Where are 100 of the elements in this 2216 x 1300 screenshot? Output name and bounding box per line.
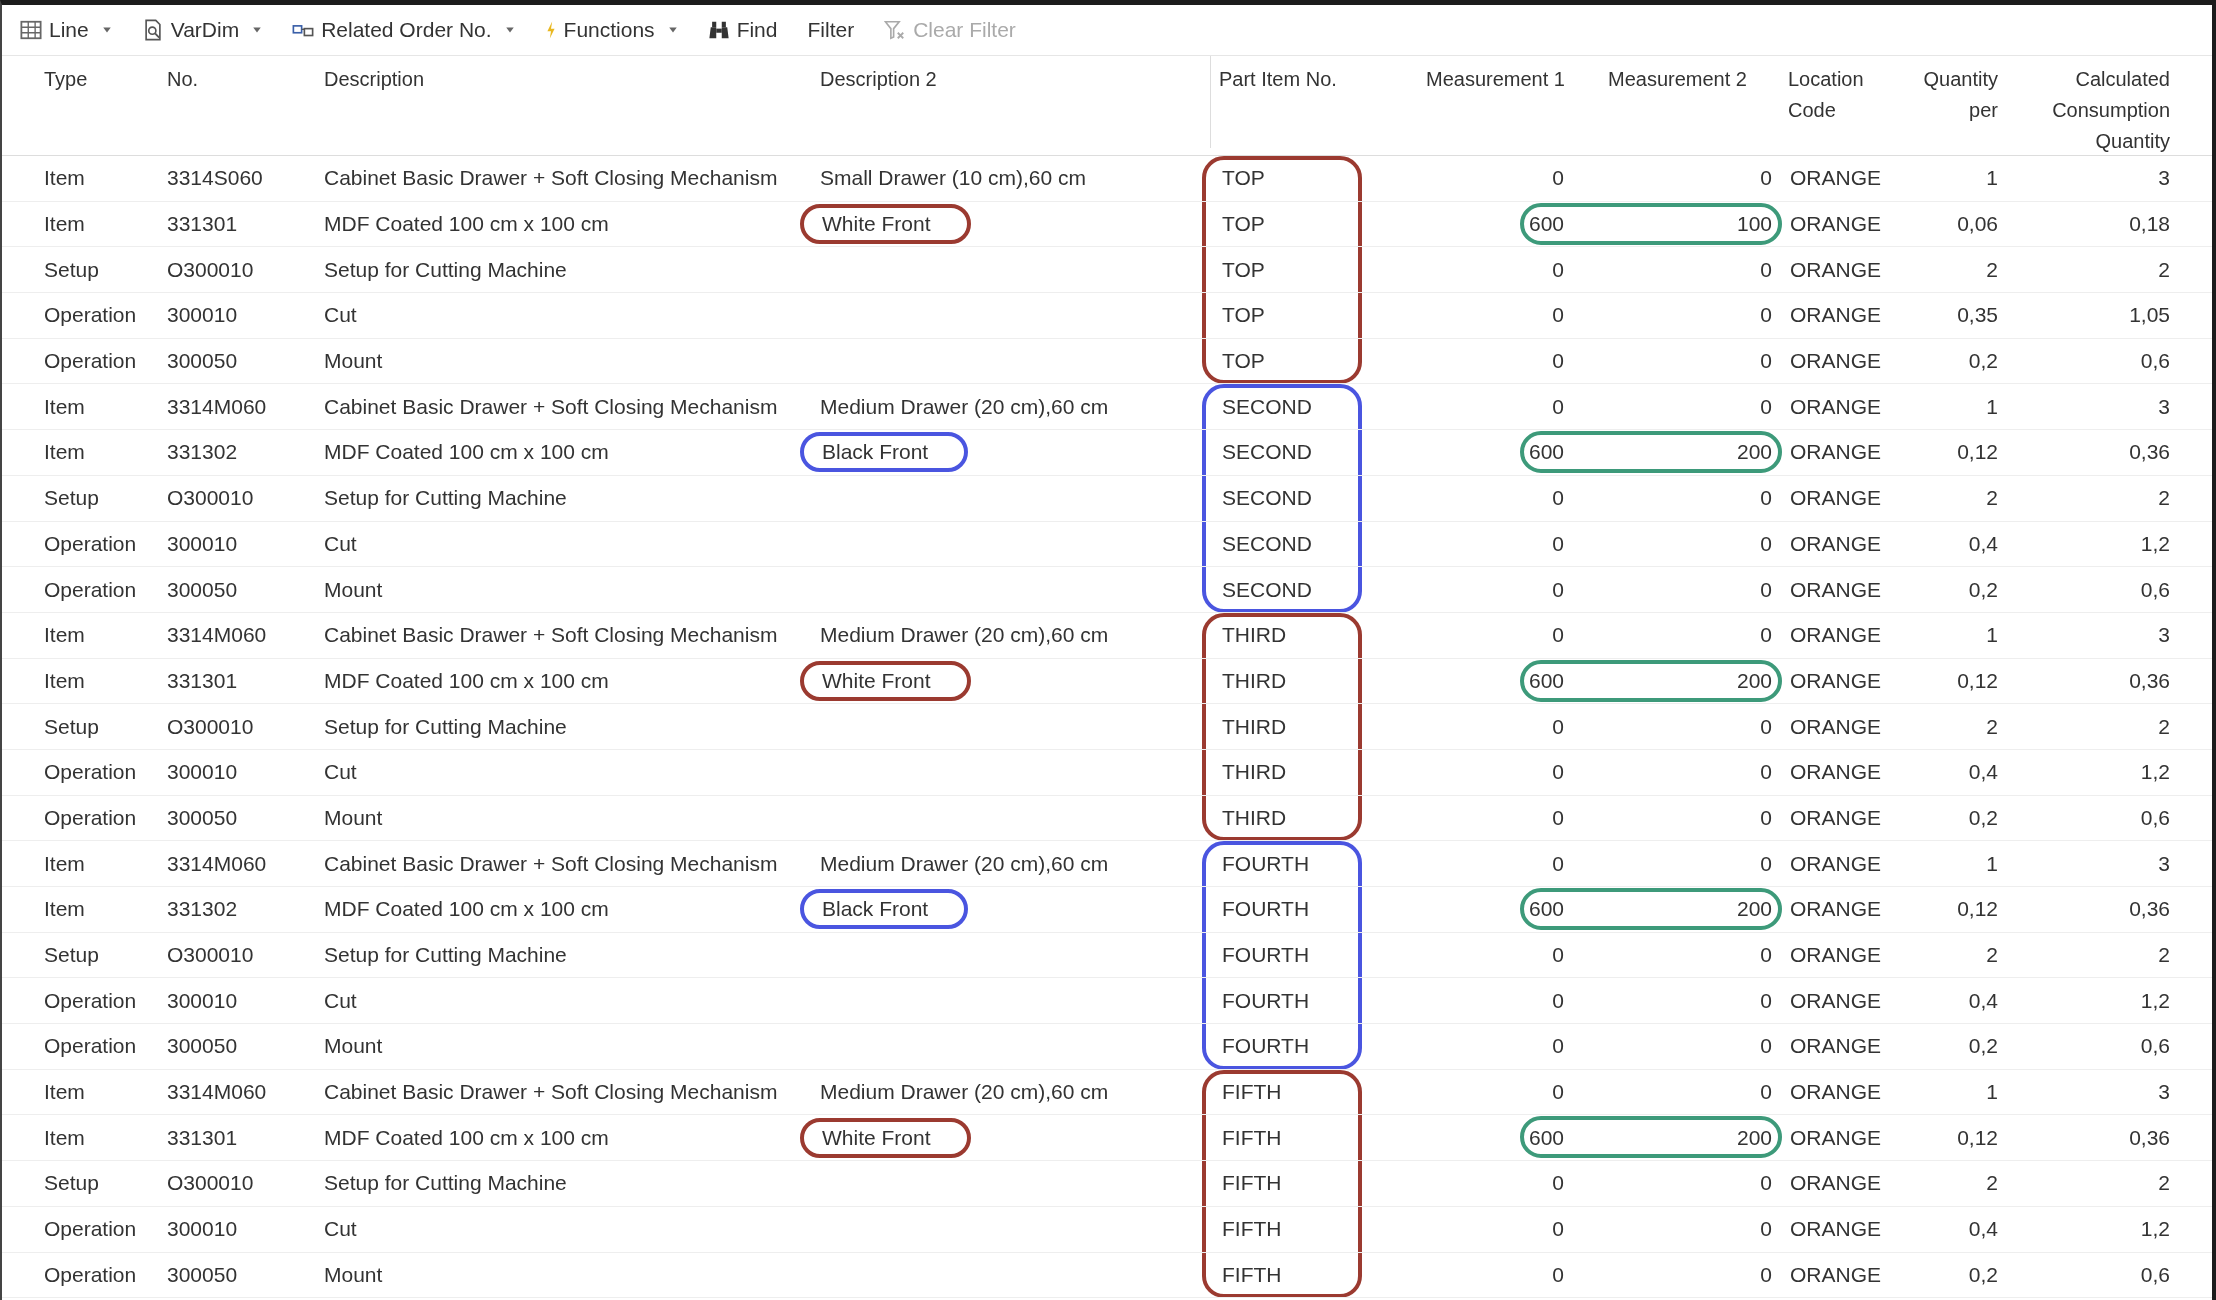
table-cell-text: 3 xyxy=(2157,623,2171,648)
table-cell-text: 3314M060 xyxy=(167,394,268,419)
table-cell-text: Item xyxy=(44,897,86,922)
table-cell-text: MDF Coated 100 cm x 100 cm xyxy=(324,668,610,693)
table-cell-text: 0,35 xyxy=(1956,303,1999,328)
table-cell-text: FOURTH xyxy=(1221,897,1311,922)
table-cell-text: Item xyxy=(44,668,86,693)
column-header[interactable]: Description 2 xyxy=(820,64,1210,95)
table-cell-text: Item xyxy=(44,1080,86,1105)
table-cell-text: ORANGE xyxy=(1789,668,1882,693)
table-cell-text: ORANGE xyxy=(1789,212,1882,237)
table-cell-text: Operation xyxy=(44,303,138,328)
table-cell-text: 0,12 xyxy=(1956,897,1999,922)
table-cell-text: Cabinet Basic Drawer + Soft Closing Mechanism xyxy=(324,166,779,191)
table-cell-text: 0 xyxy=(1759,760,1773,785)
toolbar-button[interactable]: Related Order No. xyxy=(292,18,515,42)
table-cell-text: Item xyxy=(44,623,86,648)
table-cell-text: 0 xyxy=(1551,805,1565,830)
table-cell-text: 2 xyxy=(1985,943,1999,968)
table-cell-text: 1,2 xyxy=(2139,760,2171,785)
table-cell-text: ORANGE xyxy=(1789,440,1882,465)
table-cell-text: Item xyxy=(44,1125,86,1150)
toolbar-button[interactable]: Filter xyxy=(807,18,855,42)
toolbar-button[interactable]: Line xyxy=(20,18,112,42)
table-cell-text: 0,2 xyxy=(1967,577,1999,602)
table-cell-text: 0 xyxy=(1759,1171,1773,1196)
table-cell-text: 2 xyxy=(1985,257,1999,282)
table-cell-text: 0 xyxy=(1551,577,1565,602)
table-cell-text: Setup for Cutting Machine xyxy=(324,714,568,739)
table-cell-text: Mount xyxy=(324,349,384,374)
table-cell-text: 2 xyxy=(1985,714,1999,739)
grid-icon xyxy=(20,19,42,41)
table-cell: Medium Drawer (20 cm),60 cm xyxy=(820,851,1109,876)
table-cell-text: 3314M060 xyxy=(167,623,268,648)
table-cell-text: Operation xyxy=(44,760,138,785)
table-cell-text: ORANGE xyxy=(1789,623,1882,648)
column-header[interactable]: Measurement 2 xyxy=(1572,64,1780,95)
table-cell-text: TOP xyxy=(1221,212,1266,237)
table-cell-text: Setup xyxy=(44,1171,100,1196)
column-header[interactable]: Part Item No. xyxy=(1210,56,1396,148)
table-cell-text: 0,2 xyxy=(1967,349,1999,374)
column-header[interactable]: Quantity per xyxy=(1898,64,2006,126)
table-cell-text: 100 xyxy=(1735,212,1773,237)
table-cell-text: ORANGE xyxy=(1789,851,1882,876)
table-cell-text: ORANGE xyxy=(1789,1125,1882,1150)
table-cell-text: 0 xyxy=(1759,1262,1773,1287)
toolbar-button[interactable]: Find xyxy=(707,18,778,42)
table-cell-text: Setup for Cutting Machine xyxy=(324,257,568,282)
column-header[interactable]: Measurement 1 xyxy=(1396,64,1572,95)
table-cell-text: 0 xyxy=(1759,943,1773,968)
table-cell-text: Item xyxy=(44,851,86,876)
table-cell-text: O300010 xyxy=(167,486,255,511)
column-header[interactable]: Calculated Consumption Quantity xyxy=(2006,64,2178,157)
table-cell-text: Setup xyxy=(44,257,100,282)
table-cell-text: Operation xyxy=(44,1034,138,1059)
table-cell: Black Front xyxy=(800,432,969,473)
table-cell-text: 0 xyxy=(1759,531,1773,556)
table-cell-text: THIRD xyxy=(1221,668,1288,693)
column-header[interactable]: No. xyxy=(167,64,324,95)
table-cell-text: 0 xyxy=(1551,1171,1565,1196)
table-cell-text: Setup xyxy=(44,943,100,968)
table-cell-text: 331302 xyxy=(167,897,239,922)
table-cell-text: MDF Coated 100 cm x 100 cm xyxy=(324,1125,610,1150)
table-cell-text: 331301 xyxy=(167,1125,239,1150)
table-cell-text: 1,2 xyxy=(2139,531,2171,556)
table-cell: Medium Drawer (20 cm),60 cm xyxy=(820,394,1109,419)
table-cell-text: 0,36 xyxy=(2128,440,2171,465)
table-cell-text: 0 xyxy=(1551,349,1565,374)
column-header[interactable]: Description xyxy=(324,64,820,95)
table-cell-text: 0 xyxy=(1551,714,1565,739)
toolbar-button[interactable]: Functions xyxy=(544,18,678,42)
table-cell: Black Front xyxy=(800,889,969,930)
table-cell-text: ORANGE xyxy=(1789,166,1882,191)
table-cell-text: O300010 xyxy=(167,714,255,739)
table-cell-text: Item xyxy=(44,394,86,419)
table-cell-text: 0 xyxy=(1759,394,1773,419)
column-header[interactable]: Type xyxy=(44,64,167,95)
table-cell-text: 300050 xyxy=(167,805,239,830)
table-cell-text: FOURTH xyxy=(1221,988,1311,1013)
table-cell-text: 0,6 xyxy=(2139,577,2171,602)
table-cell: Medium Drawer (20 cm),60 cm xyxy=(820,623,1109,648)
table-cell-text: Item xyxy=(44,440,86,465)
table-cell-text: 600 xyxy=(1527,440,1565,465)
table-cell-text: FIFTH xyxy=(1221,1171,1283,1196)
table-cell-text: 0 xyxy=(1551,1080,1565,1105)
table-cell-text: FIFTH xyxy=(1221,1080,1283,1105)
table-cell-text: MDF Coated 100 cm x 100 cm xyxy=(324,440,610,465)
table-cell-text: 0 xyxy=(1551,760,1565,785)
table-cell-text: THIRD xyxy=(1221,623,1288,648)
table-cell-text: SECOND xyxy=(1221,394,1313,419)
table-cell-text: 0 xyxy=(1759,303,1773,328)
table-cell-text: 200 xyxy=(1735,897,1773,922)
table-cell-text: 0 xyxy=(1551,1217,1565,1242)
caret-icon xyxy=(101,26,112,34)
table-cell-text: 300010 xyxy=(167,303,239,328)
table-cell-text: Cabinet Basic Drawer + Soft Closing Mechanism xyxy=(324,851,779,876)
toolbar-button[interactable]: VarDim xyxy=(141,18,263,42)
column-header[interactable]: Location Code xyxy=(1780,64,1898,126)
table-cell-text: 0,4 xyxy=(1967,1217,1999,1242)
table-cell-text: 0 xyxy=(1759,166,1773,191)
